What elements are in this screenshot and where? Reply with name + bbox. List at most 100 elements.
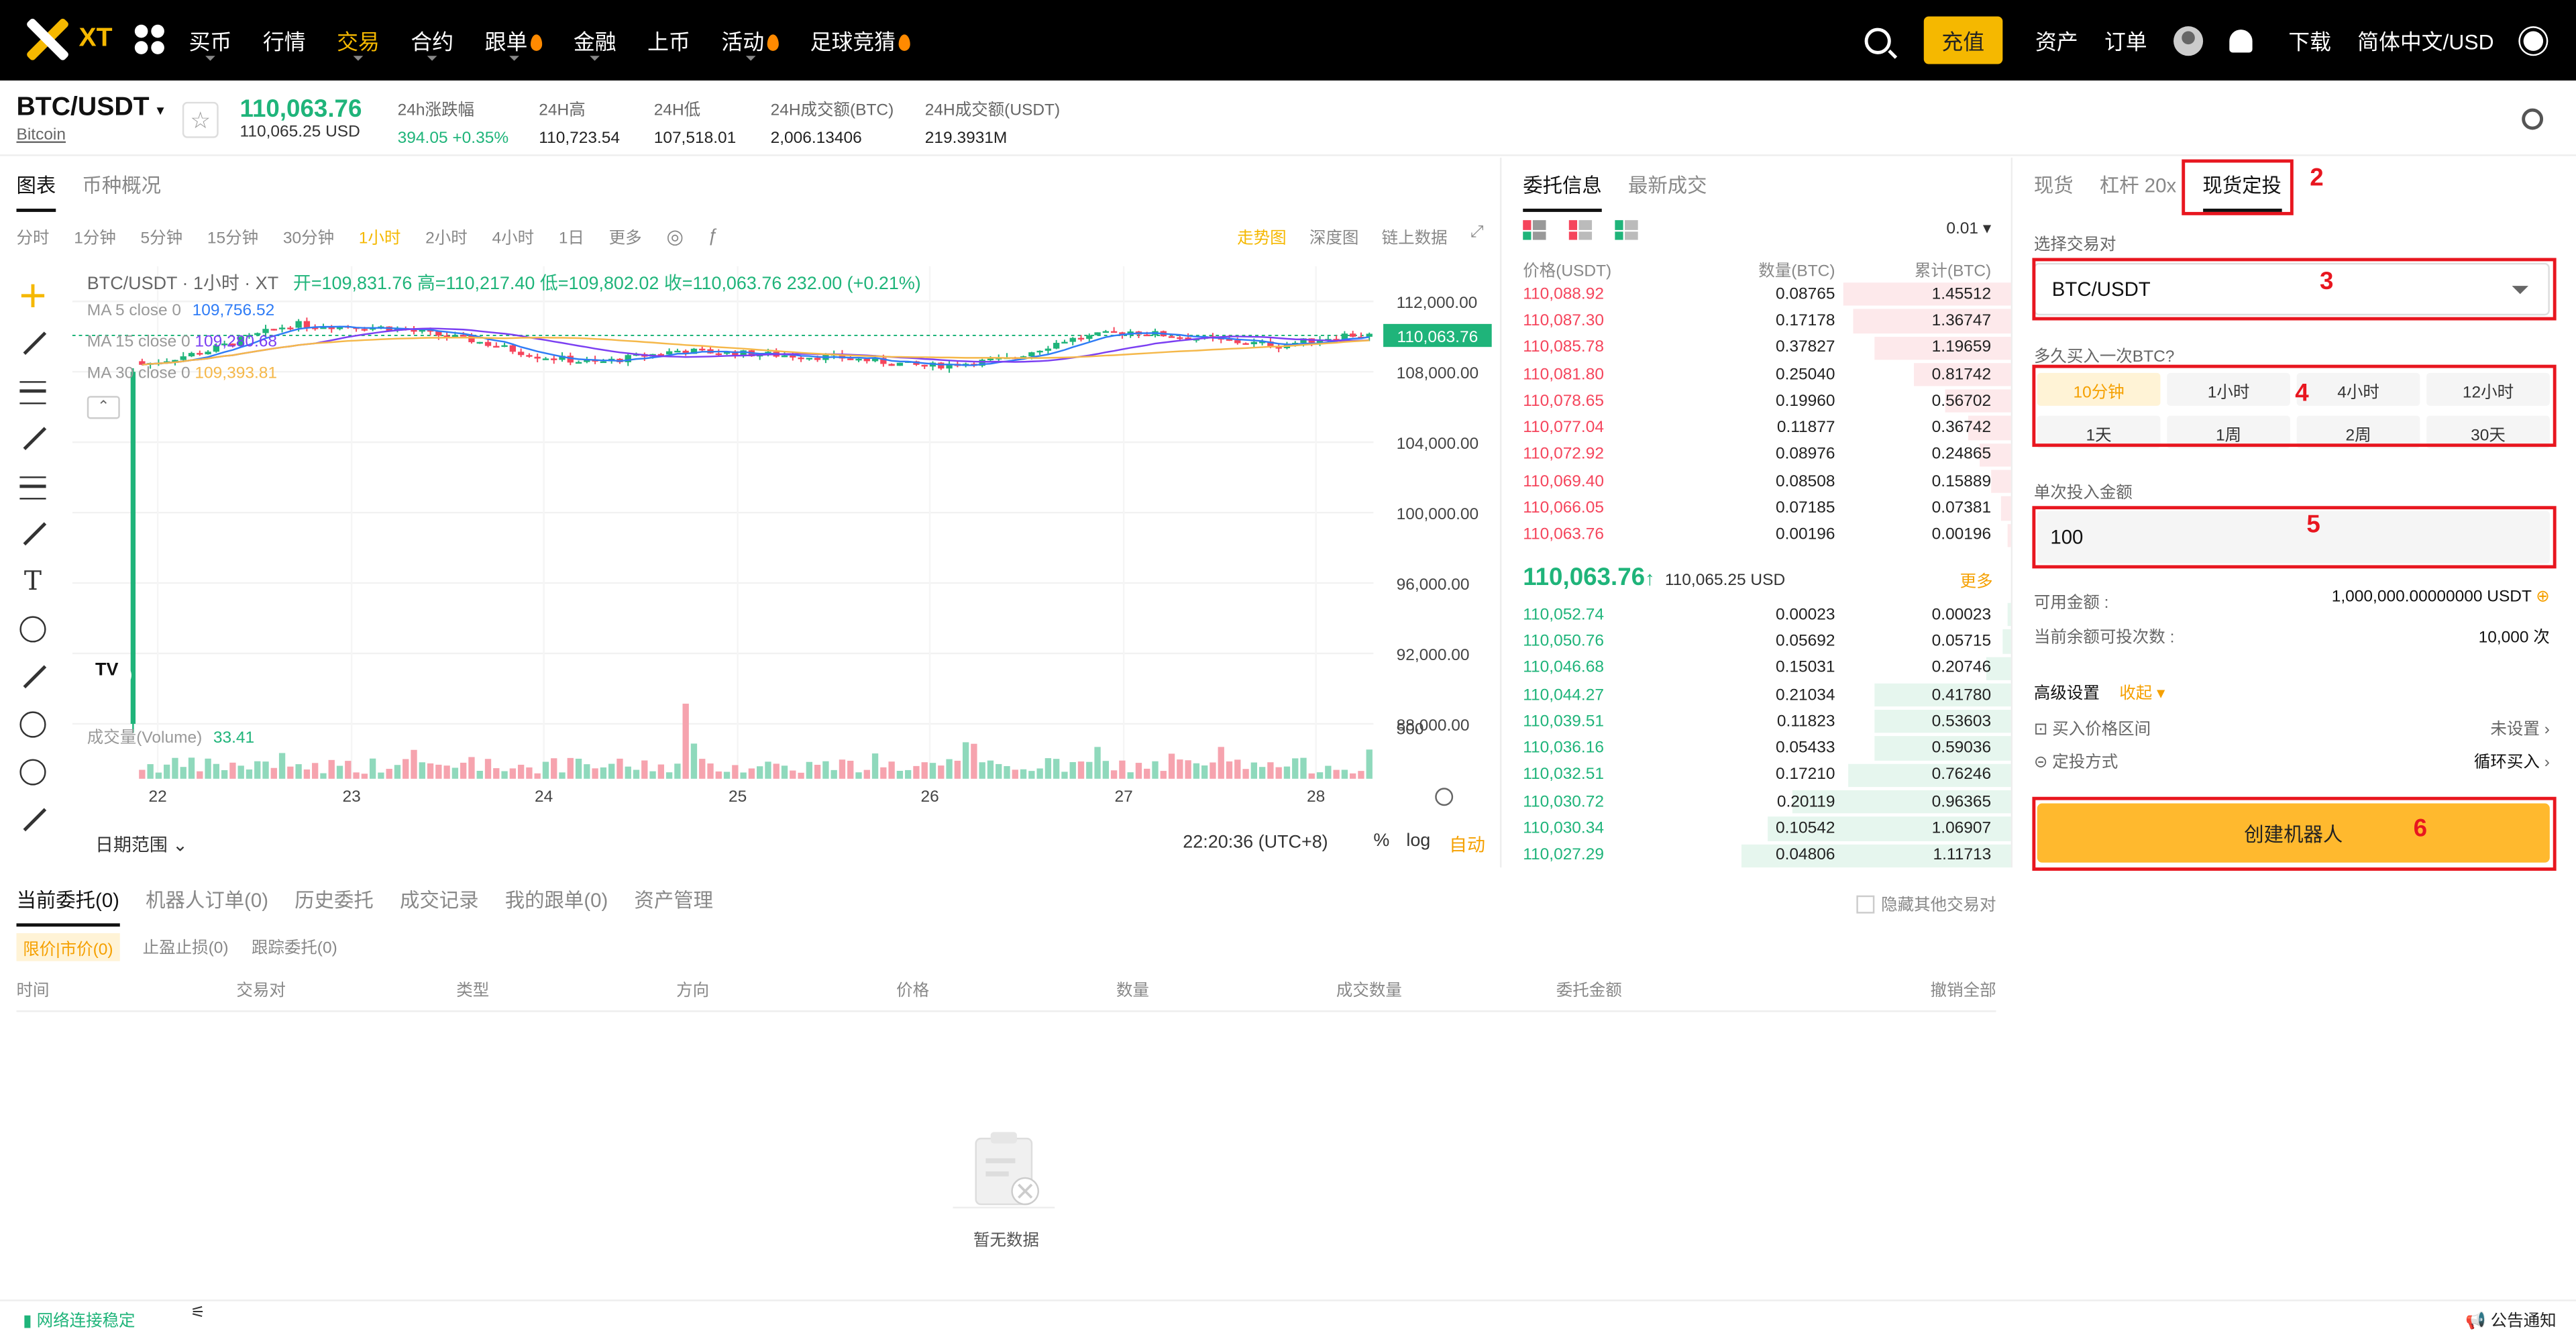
trendline-icon[interactable] <box>16 327 49 360</box>
tab-margin[interactable]: 杠杆 20x <box>2100 171 2176 212</box>
layout-bids-icon[interactable] <box>1568 220 1593 240</box>
orderbook-more-link[interactable]: 更多 <box>1960 567 1993 592</box>
tab-coin-overview[interactable]: 币种概况 <box>82 171 161 212</box>
theme-toggle-icon[interactable] <box>2523 30 2544 50</box>
hide-other-pairs[interactable]: 隐藏其他交易对 <box>1856 890 1996 915</box>
add-funds-icon[interactable]: ⊕ <box>2536 588 2550 606</box>
pattern-icon[interactable] <box>16 422 49 455</box>
orders-subtab-2[interactable]: 跟踪委托(0) <box>252 933 337 961</box>
download-menu[interactable]: 下载 <box>2288 25 2331 56</box>
emoji-icon[interactable] <box>16 613 49 645</box>
timeframe-0[interactable]: 分时 <box>16 223 49 248</box>
timeframe-8[interactable]: 1日 <box>559 223 584 248</box>
nav-item-1[interactable]: 行情 <box>263 25 306 56</box>
brush-icon[interactable] <box>16 517 49 550</box>
timeframe-1[interactable]: 1分钟 <box>74 223 116 248</box>
layout-asks-icon[interactable] <box>1615 220 1638 240</box>
apps-grid-icon[interactable] <box>134 24 164 54</box>
settings-sliders-icon[interactable]: ⚟ <box>191 1305 205 1323</box>
view-onchain[interactable]: 链上数据 <box>1382 223 1448 248</box>
tradingview-logo-icon[interactable]: TV <box>95 660 131 690</box>
orders-menu[interactable]: 订单 <box>2104 25 2147 56</box>
user-avatar-icon[interactable] <box>2173 25 2203 56</box>
bid-row[interactable]: 110,046.68 0.15031 0.20746 <box>1503 655 2011 682</box>
lock-drawing-icon[interactable] <box>16 804 49 837</box>
assets-menu[interactable]: 资产 <box>2035 25 2078 56</box>
ask-row[interactable]: 110,087.30 0.17178 1.36747 <box>1503 308 2011 335</box>
orders-subtab-0[interactable]: 限价|市价(0) <box>16 933 120 961</box>
ruler-icon[interactable] <box>16 660 49 693</box>
precision-selector[interactable]: 0.01 ▾ <box>1946 220 1991 238</box>
orders-col-8[interactable]: 撤销全部 <box>1776 976 1996 1001</box>
log-toggle[interactable]: log <box>1406 831 1430 851</box>
collapse-toggle[interactable]: 收起 ▾ <box>2119 678 2165 703</box>
ask-row[interactable]: 110,063.76 0.00196 0.00196 <box>1503 522 2011 549</box>
deposit-button[interactable]: 充值 <box>1923 16 2003 64</box>
chart-area[interactable]: 112,000.00 108,000.00 104,000.00 100,000.00… <box>72 266 1495 825</box>
favorite-star-icon[interactable]: ☆ <box>182 101 219 138</box>
percent-toggle[interactable]: % <box>1373 831 1389 851</box>
timeframe-7[interactable]: 4小时 <box>492 223 534 248</box>
ask-row[interactable]: 110,077.04 0.11877 0.36742 <box>1503 415 2011 441</box>
date-range-button[interactable]: 日期范围 ⌄ <box>95 831 188 857</box>
orders-tab-2[interactable]: 历史委托 <box>294 886 374 926</box>
timeframe-6[interactable]: 2小时 <box>425 223 468 248</box>
ask-row[interactable]: 110,069.40 0.08508 0.15889 <box>1503 468 2011 495</box>
bid-row[interactable]: 110,032.51 0.17210 0.76246 <box>1503 762 2011 789</box>
bid-row[interactable]: 110,036.16 0.05433 0.59036 <box>1503 735 2011 762</box>
bid-row[interactable]: 110,027.29 0.04806 1.11713 <box>1503 843 2011 869</box>
nav-item-6[interactable]: 上币 <box>647 25 690 56</box>
price-chart[interactable]: 112,000.00 108,000.00 104,000.00 100,000.00… <box>72 266 1495 825</box>
fib-icon[interactable] <box>16 470 49 502</box>
bid-row[interactable]: 110,030.34 0.10542 1.06907 <box>1503 816 2011 843</box>
nav-item-7[interactable]: 活动 <box>721 25 780 61</box>
tab-spot[interactable]: 现货 <box>2034 171 2074 212</box>
xt-logo[interactable]: XT <box>23 16 113 62</box>
function-fx-icon[interactable]: ƒ <box>708 226 718 246</box>
view-depth[interactable]: 深度图 <box>1309 223 1358 248</box>
orders-tab-1[interactable]: 机器人订单(0) <box>146 886 268 926</box>
orders-tab-5[interactable]: 资产管理 <box>634 886 713 926</box>
fullscreen-icon[interactable]: ⤢ <box>1470 223 1484 248</box>
ask-row[interactable]: 110,085.78 0.37827 1.19659 <box>1503 335 2011 362</box>
bid-row[interactable]: 110,052.74 0.00023 0.00023 <box>1503 601 2011 628</box>
nav-item-5[interactable]: 金融 <box>574 25 616 61</box>
crosshair-icon[interactable] <box>16 279 49 312</box>
nav-item-2[interactable]: 交易 <box>337 25 380 61</box>
symbol-fullname[interactable]: Bitcoin <box>16 127 66 145</box>
timeframe-5[interactable]: 1小时 <box>359 223 401 248</box>
ask-row[interactable]: 110,066.05 0.07185 0.07381 <box>1503 495 2011 522</box>
nav-item-8[interactable]: 足球竞猜 <box>810 25 911 56</box>
view-trend[interactable]: 走势图 <box>1237 223 1286 248</box>
horizontal-lines-icon[interactable] <box>16 374 49 407</box>
zoom-in-icon[interactable] <box>16 708 49 741</box>
orders-tab-3[interactable]: 成交记录 <box>400 886 479 926</box>
price-range-row[interactable]: ⊡ 买入价格区间 未设置 › <box>2034 714 2550 739</box>
ask-row[interactable]: 110,081.80 0.25040 0.81742 <box>1503 362 2011 388</box>
dca-mode-row[interactable]: ⊝ 定投方式 循环买入 › <box>2034 747 2550 772</box>
announcement-link[interactable]: 📢 公告通知 <box>2465 1306 2556 1331</box>
orders-col-3[interactable]: 方向 <box>676 976 896 1001</box>
timeframe-2[interactable]: 5分钟 <box>141 223 183 248</box>
bid-row[interactable]: 110,030.72 0.20119 0.96365 <box>1503 789 2011 816</box>
checkbox-icon[interactable] <box>1856 895 1875 914</box>
text-tool-icon[interactable]: T <box>16 565 49 598</box>
layout-both-icon[interactable] <box>1523 220 1546 240</box>
ask-row[interactable]: 110,078.65 0.19960 0.56702 <box>1503 388 2011 415</box>
symbol-selector[interactable]: BTC/USDT ▾ <box>16 94 164 123</box>
collapse-legend-button[interactable]: ⌃ <box>87 396 120 419</box>
orders-tab-0[interactable]: 当前委托(0) <box>16 886 119 927</box>
nav-item-3[interactable]: 合约 <box>411 25 453 61</box>
bell-icon[interactable] <box>2229 28 2253 52</box>
bid-row[interactable]: 110,050.76 0.05692 0.05715 <box>1503 628 2011 655</box>
orders-subtab-1[interactable]: 止盈止损(0) <box>143 933 229 961</box>
timeframe-3[interactable]: 15分钟 <box>207 223 258 248</box>
timeframe-4[interactable]: 30分钟 <box>283 223 334 248</box>
tab-latest-trades[interactable]: 最新成交 <box>1628 171 1707 212</box>
search-icon[interactable] <box>1864 27 1891 54</box>
ask-row[interactable]: 110,072.92 0.08976 0.24865 <box>1503 441 2011 468</box>
tab-order-info[interactable]: 委托信息 <box>1523 171 1602 212</box>
settings-gear-icon[interactable] <box>2522 108 2544 130</box>
language-currency-menu[interactable]: 简体中文/USD <box>2357 25 2493 56</box>
indicator-settings-icon[interactable]: ◎ <box>666 224 684 247</box>
